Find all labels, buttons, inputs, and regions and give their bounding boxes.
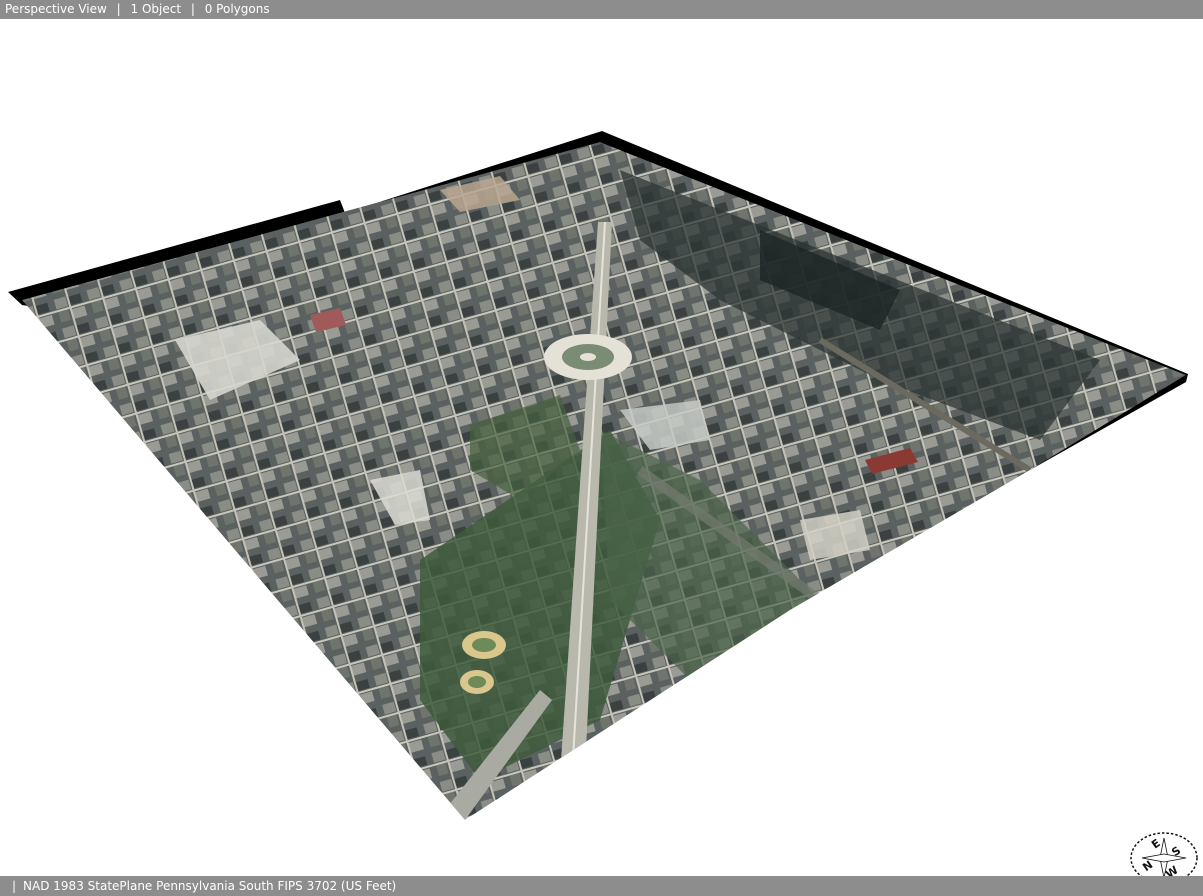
3d-viewport[interactable] (0, 19, 1203, 876)
status-separator: | (116, 2, 121, 16)
coordinate-system-label: NAD 1983 StatePlane Pennsylvania South F… (23, 879, 397, 893)
scene-canvas[interactable] (0, 19, 1203, 876)
object-count-label: 1 Object (130, 2, 182, 16)
view-mode-label: Perspective View (5, 2, 107, 16)
status-separator: | (12, 879, 17, 893)
status-bar-top: Perspective View | 1 Object | 0 Polygons (0, 0, 1203, 19)
polygon-count-label: 0 Polygons (204, 2, 270, 16)
status-bar-bottom: | NAD 1983 StatePlane Pennsylvania South … (0, 876, 1203, 896)
status-separator: | (190, 2, 195, 16)
